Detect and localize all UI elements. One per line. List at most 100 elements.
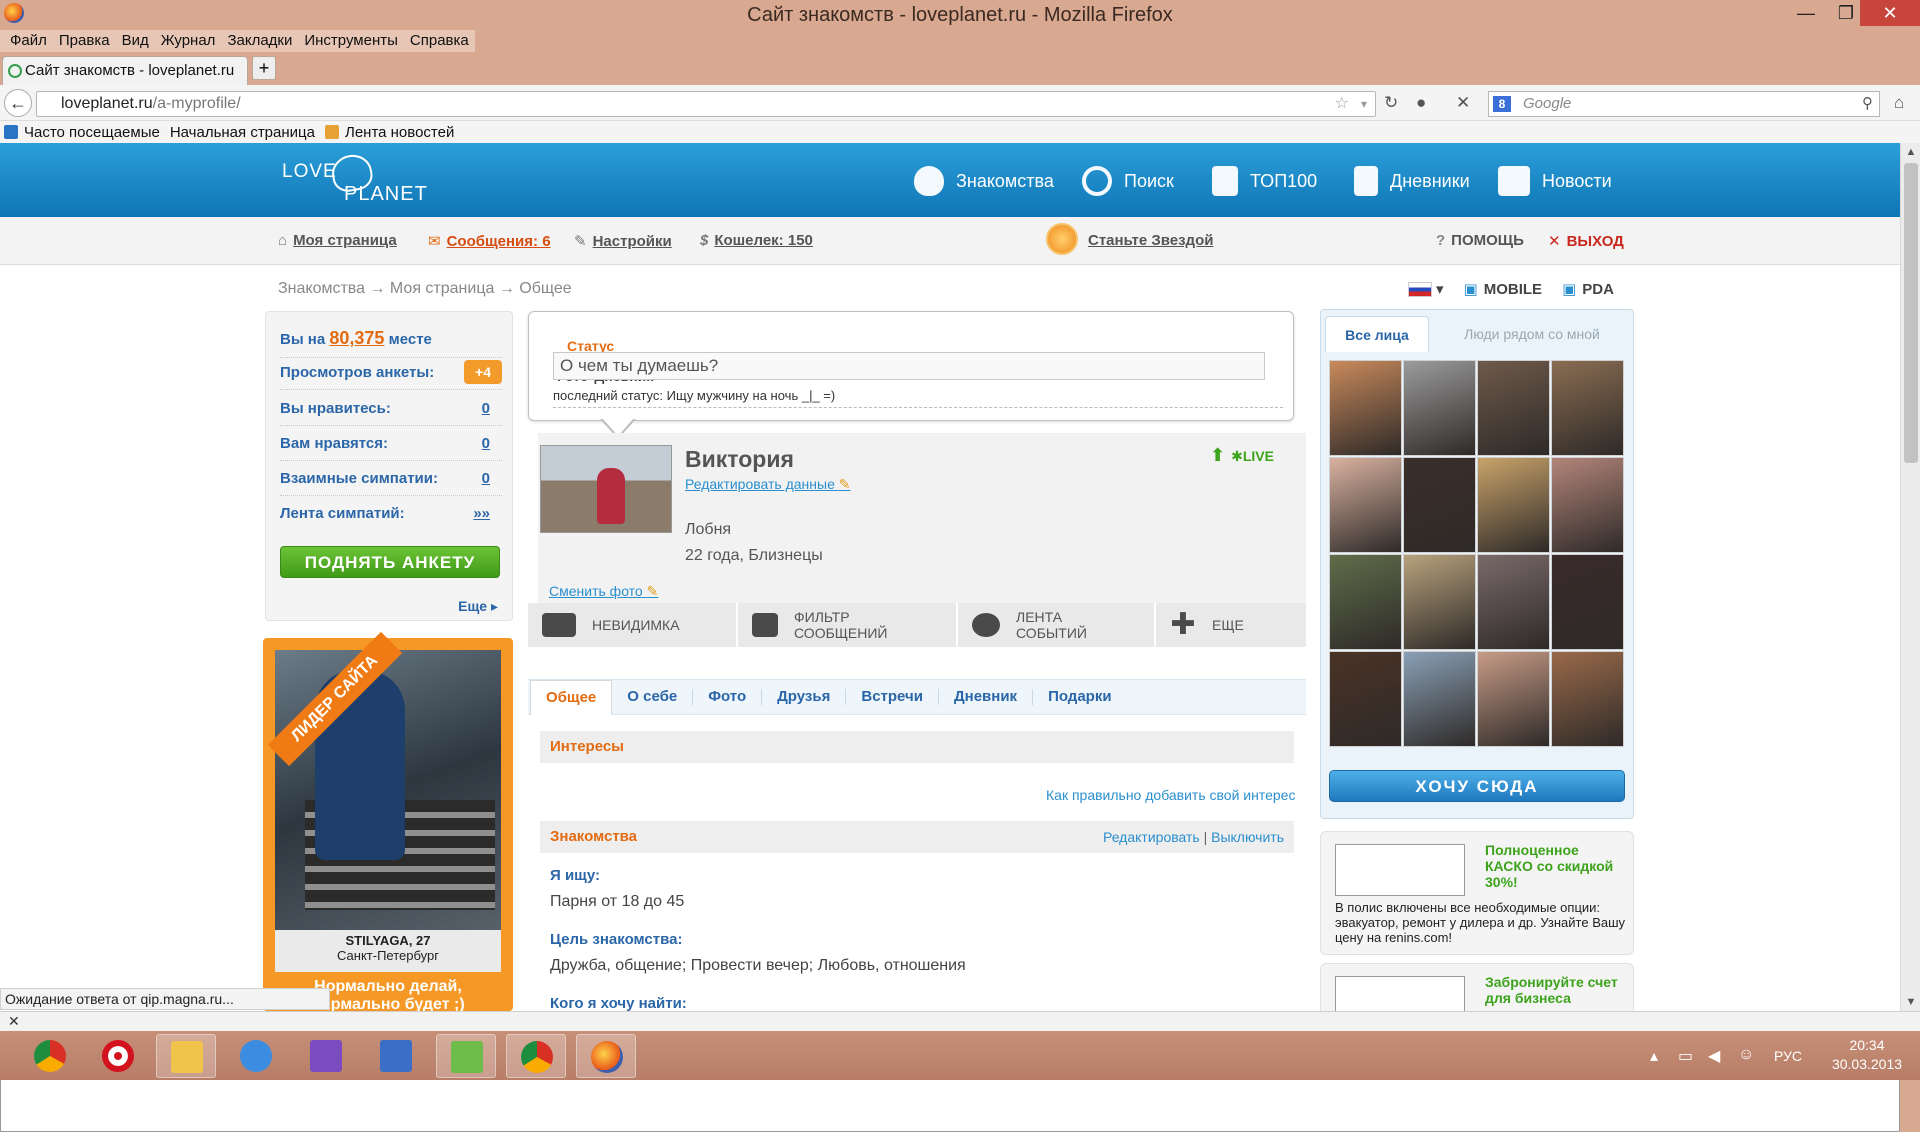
face-thumbnail[interactable]	[1329, 554, 1402, 650]
tab-people-nearby[interactable]: Люди рядом со мной	[1437, 316, 1627, 352]
menu-bookmarks[interactable]: Закладки	[221, 30, 298, 52]
search-input[interactable]: 8 Google ⚲	[1488, 91, 1880, 117]
bookmark-news-feed[interactable]: Лента новостей	[324, 124, 454, 141]
menu-edit[interactable]: Правка	[53, 30, 116, 52]
stop-icon[interactable]: ✕	[1456, 93, 1470, 113]
link-become-star[interactable]: Станьте Звездой	[1088, 232, 1213, 249]
face-thumbnail[interactable]	[1477, 457, 1550, 553]
message-filter-button[interactable]: ФИЛЬТР СООБЩЕНИЙ	[738, 603, 958, 647]
events-feed-button[interactable]: ЛЕНТА СОБЫТИЙ	[958, 603, 1156, 647]
menu-file[interactable]: Файл	[4, 30, 53, 52]
link-settings[interactable]: ✎ Настройки	[574, 232, 672, 250]
back-button[interactable]: ←	[4, 89, 32, 117]
tab-gifts[interactable]: Подарки	[1033, 689, 1127, 705]
dating-off-link[interactable]: Выключить	[1211, 829, 1284, 845]
rank-value[interactable]: 80,375	[329, 328, 384, 348]
face-thumbnail[interactable]	[1477, 651, 1550, 747]
face-thumbnail[interactable]	[1403, 651, 1476, 747]
leader-photo[interactable]	[275, 650, 501, 930]
bookmark-start-page[interactable]: Начальная страница	[0, 124, 1900, 1132]
want-here-button[interactable]: ХОЧУ СЮДА	[1329, 770, 1625, 802]
menu-view[interactable]: Вид	[116, 30, 155, 52]
invisible-button[interactable]: НЕВИДИМКА	[528, 603, 738, 647]
user-icon[interactable]: ☺	[1738, 1046, 1754, 1064]
face-thumbnail[interactable]	[1551, 651, 1624, 747]
site-logo[interactable]: LOVE PLANET	[280, 151, 460, 209]
russian-flag-icon[interactable]	[1408, 281, 1432, 297]
taskbar-rdp[interactable]	[366, 1034, 426, 1078]
face-thumbnail[interactable]	[1551, 554, 1624, 650]
face-thumbnail[interactable]	[1477, 554, 1550, 650]
ad-title[interactable]: Забронируйте счет для бизнеса	[1485, 974, 1625, 1006]
minimize-button[interactable]: —	[1786, 0, 1826, 26]
keyboard-language[interactable]: РУС	[1774, 1048, 1802, 1064]
mutual-row[interactable]: Взаимные симпатии: 0	[280, 470, 502, 496]
link-wallet[interactable]: $ Кошелек: 150	[700, 232, 813, 249]
taskbar-opera[interactable]	[88, 1034, 148, 1078]
identity-icon[interactable]: ●	[1416, 93, 1426, 113]
search-go-icon[interactable]: ⚲	[1862, 92, 1873, 116]
tray-clock[interactable]: 20:34 30.03.2013	[1822, 1036, 1912, 1074]
face-thumbnail[interactable]	[1329, 360, 1402, 456]
menu-help[interactable]: Справка	[404, 30, 475, 52]
menu-tools[interactable]: Инструменты	[298, 30, 404, 52]
face-thumbnail[interactable]	[1403, 457, 1476, 553]
close-bar-icon[interactable]: ✕	[8, 1013, 20, 1029]
sympathy-feed-row[interactable]: Лента симпатий:»»	[280, 505, 502, 530]
more-link[interactable]: Еще ▸	[458, 598, 498, 615]
tray-expand-icon[interactable]: ▴	[1650, 1046, 1658, 1066]
ad-card-2[interactable]: Забронируйте счет для бизнеса	[1320, 963, 1634, 1011]
tab-diary[interactable]: Дневник	[939, 689, 1034, 705]
ad-card-1[interactable]: Полноценное КАСКО со скидкой 30%! В поли…	[1320, 831, 1634, 955]
bookmark-star-icon[interactable]: ☆	[1335, 92, 1349, 116]
nav-diaries[interactable]: Дневники	[1354, 161, 1470, 201]
network-icon[interactable]: ▭	[1678, 1046, 1693, 1066]
profile-photo[interactable]	[540, 445, 672, 533]
link-exit[interactable]: ✕ ВЫХОД	[1548, 232, 1624, 250]
live-badge[interactable]: ⬆ ✱LIVE	[1210, 445, 1274, 466]
dating-edit-link[interactable]: Редактировать	[1103, 829, 1200, 845]
link-help[interactable]: ? ПОМОЩЬ	[1436, 232, 1524, 249]
scroll-down-icon[interactable]: ▼	[1901, 993, 1920, 1011]
you-like-row[interactable]: Вам нравятся: 0	[280, 435, 502, 461]
face-thumbnail[interactable]	[1551, 360, 1624, 456]
views-row[interactable]: Просмотров анкеты: +4	[280, 360, 502, 390]
edit-profile-link[interactable]: Редактировать данные ✎	[685, 476, 851, 493]
tab-general[interactable]: Общее	[530, 679, 613, 715]
nav-top100[interactable]: ТОП100	[1212, 161, 1317, 201]
url-bar[interactable]: loveplanet.ru/a-myprofile/ ☆ ▾	[36, 91, 1376, 117]
face-thumbnail[interactable]	[1329, 457, 1402, 553]
reload-icon[interactable]: ↻	[1384, 93, 1398, 113]
new-tab-button[interactable]: +	[252, 56, 276, 80]
tab-all-faces[interactable]: Все лица	[1325, 316, 1429, 352]
face-thumbnail[interactable]	[1477, 360, 1550, 456]
face-thumbnail[interactable]	[1403, 554, 1476, 650]
bookmark-most-visited[interactable]: Часто посещаемые	[4, 124, 160, 141]
close-window-button[interactable]: ✕	[1860, 0, 1920, 26]
link-pda[interactable]: PDA	[1582, 281, 1614, 298]
status-input[interactable]: О чем ты думаешь?	[553, 352, 1265, 380]
face-thumbnail[interactable]	[1403, 360, 1476, 456]
nav-search[interactable]: Поиск	[1082, 161, 1174, 201]
ad-title[interactable]: Полноценное КАСКО со скидкой 30%!	[1485, 842, 1625, 890]
site-leader-card[interactable]: ЛИДЕР САЙТА STILYAGA, 27 Санкт-Петербург …	[263, 631, 513, 1011]
tab-meetings[interactable]: Встречи	[846, 689, 939, 705]
volume-icon[interactable]: ◀	[1708, 1046, 1720, 1066]
tab-photos[interactable]: Фото	[693, 689, 763, 705]
taskbar-explorer[interactable]	[156, 1034, 216, 1078]
liked-you-row[interactable]: Вы нравитесь: 0	[280, 400, 502, 426]
search-engine-icon[interactable]: 8	[1493, 96, 1511, 112]
menu-history[interactable]: Журнал	[155, 30, 222, 52]
arrow-up-icon[interactable]: ⬆	[1210, 445, 1225, 465]
taskbar-app[interactable]	[436, 1034, 496, 1078]
page-scrollbar[interactable]: ▲ ▼	[1900, 143, 1920, 1011]
taskbar-chrome-2[interactable]	[506, 1034, 566, 1078]
taskbar-vs[interactable]	[296, 1034, 356, 1078]
views-badge[interactable]: +4	[464, 360, 502, 384]
link-messages[interactable]: ✉ Сообщения: 6	[428, 232, 551, 250]
tab-about[interactable]: О себе	[612, 689, 694, 705]
star-icon[interactable]	[1046, 223, 1078, 255]
raise-profile-button[interactable]: ПОДНЯТЬ АНКЕТУ	[280, 546, 500, 578]
taskbar-ie[interactable]	[226, 1034, 286, 1078]
lang-dropdown-icon[interactable]: ▾	[1436, 280, 1444, 298]
